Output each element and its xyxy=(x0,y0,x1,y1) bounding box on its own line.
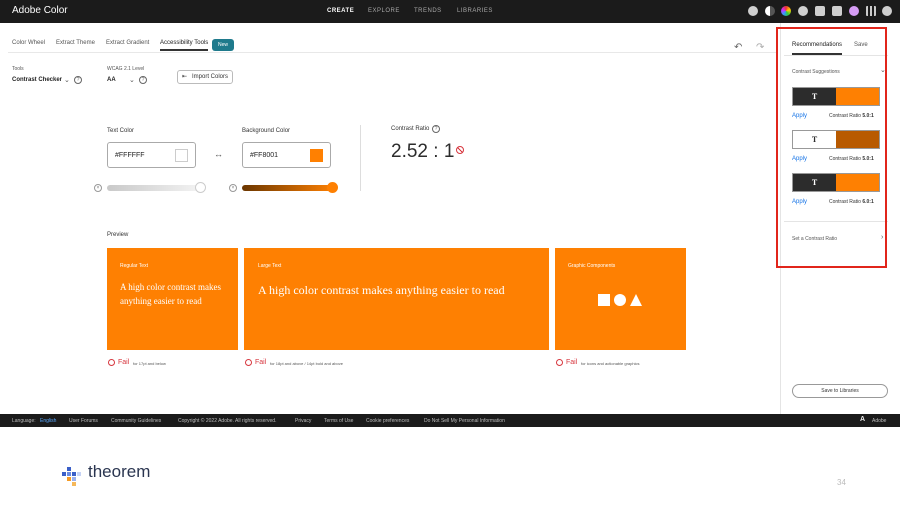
background-color-slider[interactable] xyxy=(242,185,334,191)
contrast-mode-icon[interactable] xyxy=(765,6,775,16)
redo-icon[interactable]: ↷ xyxy=(756,42,764,53)
import-colors-button[interactable]: ⇤ Import Colors xyxy=(177,70,233,84)
large-fail-note: for 18pt and above / 14pt bold and above xyxy=(270,361,343,366)
text-color-slider-handle[interactable] xyxy=(195,182,206,193)
graphic-fail-label: Fail xyxy=(566,359,578,366)
tools-label: Tools xyxy=(12,66,24,72)
text-color-slider[interactable] xyxy=(107,185,203,191)
background-color-slider-handle[interactable] xyxy=(327,182,338,193)
text-color-swatch xyxy=(175,149,188,162)
save-to-libraries-button[interactable]: Save to Libraries xyxy=(792,384,888,398)
notifications-icon[interactable] xyxy=(832,6,842,16)
graphic-components-title: Graphic Components xyxy=(568,263,616,269)
square-icon xyxy=(598,294,610,306)
reset-icon[interactable]: × xyxy=(94,184,102,192)
large-text-title: Large Text xyxy=(258,263,282,269)
background-color-label: Background Color xyxy=(242,128,291,134)
help-icon[interactable]: ? xyxy=(432,125,440,133)
footer-link-user-forums[interactable]: User Forums xyxy=(69,418,98,424)
adobe-logo-icon: A xyxy=(860,416,866,423)
wcag-select[interactable]: AA xyxy=(107,77,116,83)
swap-icon[interactable]: ↔ xyxy=(214,149,223,159)
help-icon[interactable] xyxy=(798,6,808,16)
tabs-divider xyxy=(8,52,776,53)
tab-accessibility-tools[interactable]: Accessibility Tools xyxy=(160,40,209,51)
feedback-icon[interactable] xyxy=(815,6,825,16)
apps-grid-icon[interactable] xyxy=(866,6,876,16)
large-text-sample: A high color contrast makes anything eas… xyxy=(258,283,505,297)
theorem-brand: theorem xyxy=(88,462,151,481)
highlight-box xyxy=(776,27,887,268)
preview-card-graphic: Graphic Components xyxy=(555,248,686,350)
creative-cloud-icon[interactable] xyxy=(882,6,892,16)
preview-card-regular: Regular Text A high color contrast makes… xyxy=(107,248,238,350)
regular-fail-note: for 17pt and below xyxy=(133,361,166,366)
background-color-swatch xyxy=(310,149,323,162)
footer-copyright: Copyright © 2022 Adobe. All rights reser… xyxy=(178,418,277,424)
footer-link-cookies[interactable]: Cookie preferences xyxy=(366,418,409,424)
theorem-logo-icon xyxy=(62,466,84,486)
regular-text-title: Regular Text xyxy=(120,263,148,269)
fail-icon xyxy=(556,359,563,366)
fail-icon xyxy=(245,359,252,366)
footer: Language: English User Forums Community … xyxy=(0,414,900,427)
contrast-ratio-value: 2.52 : 1 xyxy=(391,141,455,162)
large-fail-label: Fail xyxy=(255,359,267,366)
fail-icon xyxy=(108,359,115,366)
wcag-label: WCAG 2.1 Level xyxy=(107,66,145,72)
text-color-label: Text Color xyxy=(107,128,135,134)
contrast-ratio-label: Contrast Ratio xyxy=(391,126,430,132)
avatar[interactable] xyxy=(849,6,859,16)
divider xyxy=(360,125,361,191)
preview-label: Preview xyxy=(107,232,129,238)
regular-text-sample: A high color contrast makes anything eas… xyxy=(120,282,221,306)
footer-adobe: Adobe xyxy=(872,418,887,424)
background-color-input[interactable]: #FF8001 xyxy=(242,142,331,168)
footer-link-community-guidelines[interactable]: Community Guidelines xyxy=(111,418,161,424)
circle-icon xyxy=(614,294,626,306)
app-title[interactable]: Adobe Color xyxy=(12,5,68,16)
undo-icon[interactable]: ↶ xyxy=(734,42,742,53)
import-icon: ⇤ xyxy=(182,74,188,80)
nav-libraries[interactable]: LIBRARIES xyxy=(457,8,493,14)
settings-icon[interactable] xyxy=(748,6,758,16)
help-icon[interactable]: ? xyxy=(139,76,147,84)
chevron-down-icon[interactable]: ⌄ xyxy=(64,76,70,84)
color-wheel-icon[interactable] xyxy=(781,6,791,16)
reset-icon[interactable]: × xyxy=(229,184,237,192)
tab-extract-theme[interactable]: Extract Theme xyxy=(56,40,95,46)
nav-trends[interactable]: TRENDS xyxy=(414,8,442,14)
footer-link-privacy[interactable]: Privacy xyxy=(295,418,311,424)
language-select[interactable]: English xyxy=(40,418,56,424)
footer-link-terms[interactable]: Terms of Use xyxy=(324,418,353,424)
tab-extract-gradient[interactable]: Extract Gradient xyxy=(106,40,149,46)
new-badge: New xyxy=(212,39,235,51)
chevron-down-icon[interactable]: ⌄ xyxy=(129,76,135,84)
nav-explore[interactable]: EXPLORE xyxy=(368,8,400,14)
fail-icon xyxy=(456,146,464,154)
tab-color-wheel[interactable]: Color Wheel xyxy=(12,40,45,46)
help-icon[interactable]: ? xyxy=(74,76,82,84)
nav-create[interactable]: CREATE xyxy=(327,8,354,14)
footer-link-do-not-sell[interactable]: Do Not Sell My Personal Information xyxy=(424,418,505,424)
regular-fail-label: Fail xyxy=(118,359,130,366)
tools-select[interactable]: Contrast Checker xyxy=(12,77,62,83)
triangle-icon xyxy=(630,294,642,306)
graphic-fail-note: for icons and actionable graphics xyxy=(581,361,640,366)
preview-card-large: Large Text A high color contrast makes a… xyxy=(244,248,549,350)
text-color-input[interactable]: #FFFFFF xyxy=(107,142,196,168)
slide-page-number: 34 xyxy=(837,478,846,487)
